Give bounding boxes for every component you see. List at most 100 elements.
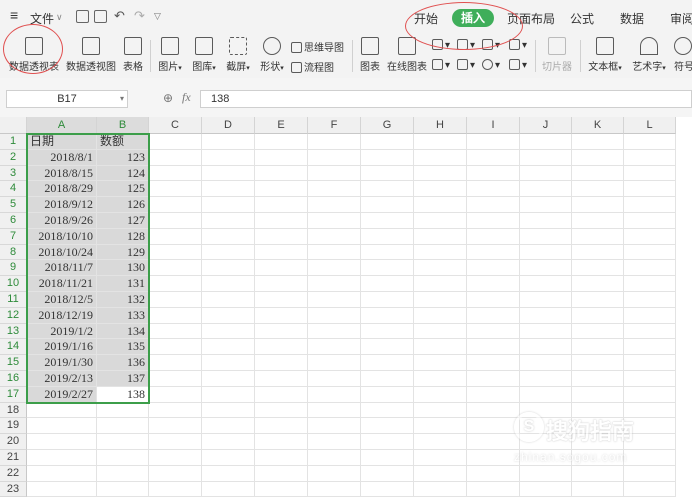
empty-cell[interactable] [414, 134, 467, 150]
empty-cell[interactable] [149, 165, 202, 182]
table-button[interactable]: 表格 [120, 34, 146, 73]
empty-cell[interactable] [255, 307, 308, 324]
empty-cell[interactable] [572, 197, 624, 213]
empty-cell[interactable] [202, 244, 255, 261]
empty-cell[interactable] [202, 197, 255, 213]
empty-cell[interactable] [308, 244, 361, 261]
amount-cell[interactable]: 129 [97, 244, 149, 261]
empty-cell[interactable] [149, 244, 202, 261]
row-header[interactable]: 9 [0, 260, 27, 277]
empty-cell[interactable] [202, 371, 255, 387]
empty-cell[interactable] [149, 276, 202, 292]
date-cell[interactable]: 2019/2/27 [27, 386, 97, 403]
empty-cell[interactable] [414, 197, 467, 213]
stock-chart-dropdown[interactable]: ▾ [432, 59, 450, 71]
row-header[interactable]: 17 [0, 386, 27, 403]
empty-cell[interactable] [308, 355, 361, 371]
empty-cell[interactable] [255, 465, 308, 482]
empty-cell[interactable] [308, 165, 361, 182]
empty-cell[interactable] [308, 213, 361, 229]
empty-cell[interactable] [308, 418, 361, 435]
empty-cell[interactable] [414, 418, 467, 435]
date-cell[interactable]: 2018/8/15 [27, 165, 97, 182]
amount-cell[interactable]: 125 [97, 181, 149, 198]
empty-cell[interactable] [149, 323, 202, 340]
empty-cell[interactable] [572, 481, 624, 498]
empty-cell[interactable] [361, 165, 414, 182]
fx-icon[interactable]: fx [182, 90, 191, 105]
empty-cell[interactable] [149, 307, 202, 324]
empty-cell[interactable] [572, 134, 624, 150]
empty-cell[interactable] [149, 402, 202, 419]
column-header-e[interactable]: E [255, 117, 308, 134]
empty-cell[interactable] [414, 481, 467, 498]
empty-cell[interactable] [149, 450, 202, 466]
empty-cell[interactable] [308, 434, 361, 450]
empty-cell[interactable] [149, 418, 202, 435]
date-cell[interactable]: 2019/1/16 [27, 339, 97, 356]
empty-cell[interactable] [308, 197, 361, 213]
date-cell[interactable]: 2019/2/13 [27, 371, 97, 387]
empty-cell[interactable] [414, 465, 467, 482]
empty-cell[interactable] [624, 292, 676, 308]
empty-cell[interactable] [27, 418, 97, 435]
empty-cell[interactable] [202, 165, 255, 182]
empty-cell[interactable] [414, 149, 467, 166]
scatter-chart-dropdown[interactable]: ▾ [509, 59, 527, 71]
amount-cell[interactable]: 132 [97, 292, 149, 308]
empty-cell[interactable] [361, 276, 414, 292]
empty-cell[interactable] [467, 181, 520, 198]
empty-cell[interactable] [149, 355, 202, 371]
empty-cell[interactable] [202, 339, 255, 356]
empty-cell[interactable] [202, 134, 255, 150]
empty-cell[interactable] [572, 213, 624, 229]
empty-cell[interactable] [255, 418, 308, 435]
empty-cell[interactable] [572, 371, 624, 387]
empty-cell[interactable] [467, 450, 520, 466]
empty-cell[interactable] [467, 355, 520, 371]
empty-cell[interactable] [414, 355, 467, 371]
empty-cell[interactable] [27, 465, 97, 482]
empty-cell[interactable] [308, 307, 361, 324]
amount-cell[interactable]: 123 [97, 149, 149, 166]
wordart-button[interactable]: 艺术字▾ [630, 34, 668, 73]
chevron-down-icon[interactable]: ▾ [120, 91, 124, 107]
header-cell-amount[interactable]: 数额 [97, 134, 149, 150]
empty-cell[interactable] [361, 134, 414, 150]
amount-cell[interactable]: 134 [97, 323, 149, 340]
empty-cell[interactable] [97, 481, 149, 498]
empty-cell[interactable] [520, 165, 572, 182]
row-header[interactable]: 7 [0, 228, 27, 245]
empty-cell[interactable] [97, 434, 149, 450]
date-cell[interactable]: 2018/9/12 [27, 197, 97, 213]
empty-cell[interactable] [467, 339, 520, 356]
row-header[interactable]: 11 [0, 292, 27, 308]
empty-cell[interactable] [202, 434, 255, 450]
empty-cell[interactable] [414, 386, 467, 403]
empty-cell[interactable] [520, 386, 572, 403]
empty-cell[interactable] [27, 450, 97, 466]
empty-cell[interactable] [624, 481, 676, 498]
empty-cell[interactable] [202, 181, 255, 198]
date-cell[interactable]: 2018/12/19 [27, 307, 97, 324]
column-header-b[interactable]: B [97, 117, 149, 134]
row-header[interactable]: 14 [0, 339, 27, 356]
empty-cell[interactable] [202, 292, 255, 308]
empty-cell[interactable] [361, 355, 414, 371]
amount-cell[interactable]: 124 [97, 165, 149, 182]
empty-cell[interactable] [255, 260, 308, 277]
empty-cell[interactable] [520, 276, 572, 292]
empty-cell[interactable] [97, 450, 149, 466]
slicer-button[interactable]: 切片器 [540, 34, 574, 73]
empty-cell[interactable] [149, 386, 202, 403]
empty-cell[interactable] [624, 228, 676, 245]
row-header[interactable]: 21 [0, 450, 27, 466]
column-header-d[interactable]: D [202, 117, 255, 134]
empty-cell[interactable] [624, 355, 676, 371]
empty-cell[interactable] [202, 307, 255, 324]
amount-cell[interactable]: 138 [97, 386, 149, 403]
empty-cell[interactable] [467, 481, 520, 498]
textbox-button[interactable]: 文本框▾ [586, 34, 624, 73]
empty-cell[interactable] [308, 371, 361, 387]
empty-cell[interactable] [361, 307, 414, 324]
